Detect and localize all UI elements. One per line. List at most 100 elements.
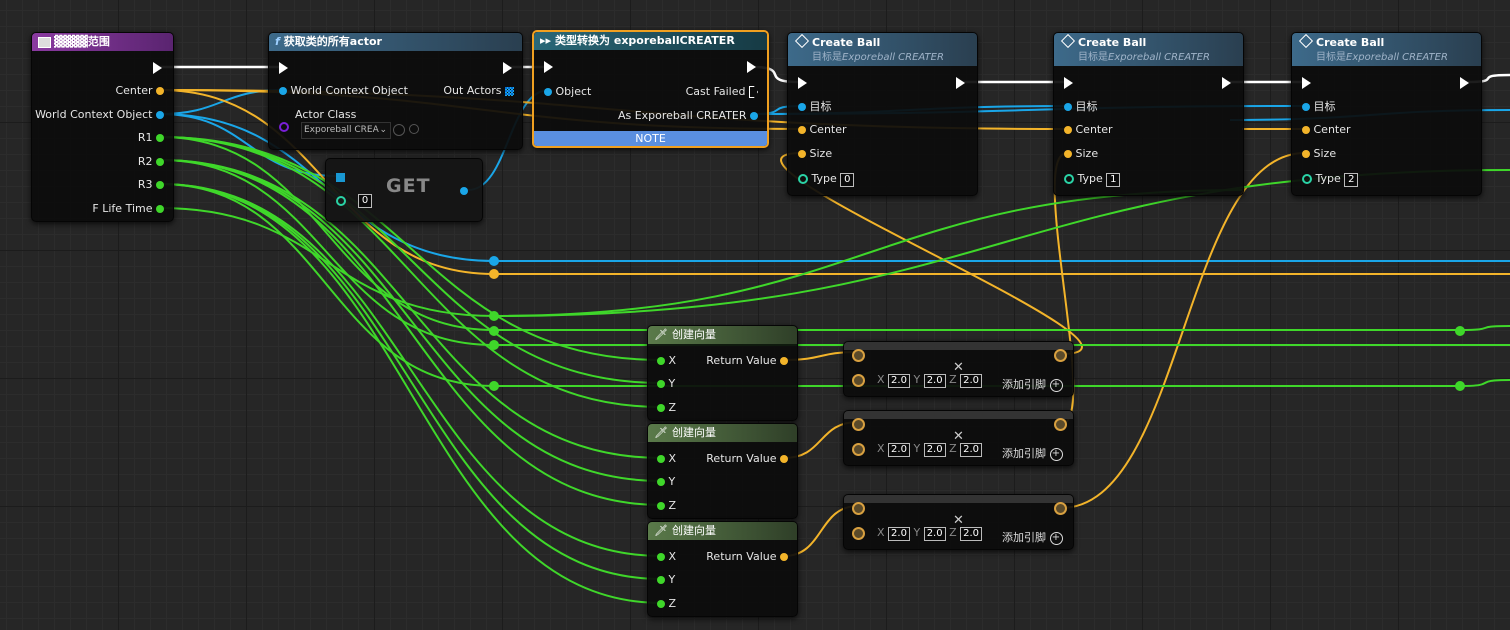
- make-vector-node[interactable]: 🗡 创建向量 X Y Z Return Value: [647, 325, 798, 421]
- r3-out-pin[interactable]: R3: [138, 178, 164, 192]
- world-context-out-pin[interactable]: World Context Object: [35, 108, 164, 122]
- r2-out-pin[interactable]: R2: [138, 155, 164, 169]
- z-field-value[interactable]: 2.0: [960, 374, 983, 388]
- size-in-pin[interactable]: Size: [798, 147, 832, 161]
- reroute-knot[interactable]: [1455, 381, 1465, 391]
- reroute-knot[interactable]: [489, 340, 499, 350]
- add-pin-button[interactable]: 添加引脚 +: [1002, 445, 1063, 461]
- center-in-pin[interactable]: Center: [1302, 123, 1351, 137]
- return-value-pin[interactable]: Return Value: [706, 452, 788, 466]
- vector-in-pin-b[interactable]: [852, 443, 865, 456]
- exec-in-pin[interactable]: [1302, 77, 1311, 89]
- vector-in-pin-b[interactable]: [852, 374, 865, 387]
- reroute-knot[interactable]: [1455, 326, 1465, 336]
- y-field-value[interactable]: 2.0: [923, 527, 946, 541]
- exec-out-pin[interactable]: [1222, 77, 1231, 89]
- x-in-pin[interactable]: X: [657, 354, 676, 368]
- type-value[interactable]: 2: [1344, 173, 1359, 187]
- y-in-pin[interactable]: Y: [657, 377, 675, 391]
- x-field-value[interactable]: 2.0: [888, 374, 910, 388]
- x-field-value[interactable]: 2.0: [888, 443, 910, 457]
- exec-in-pin[interactable]: [544, 61, 553, 73]
- return-value-pin[interactable]: Return Value: [706, 550, 788, 564]
- z-field-value[interactable]: 2.0: [960, 443, 983, 457]
- add-pin-button[interactable]: 添加引脚 +: [1002, 376, 1063, 392]
- z-in-pin[interactable]: Z: [657, 597, 676, 611]
- browse-icon[interactable]: [393, 124, 405, 136]
- return-value-label: Return Value: [706, 452, 777, 465]
- r1-out-pin[interactable]: R1: [138, 131, 164, 145]
- y-in-pin[interactable]: Y: [657, 475, 675, 489]
- z-in-pin[interactable]: Z: [657, 401, 676, 415]
- index-value[interactable]: 0: [358, 194, 372, 208]
- make-vector-node[interactable]: 🗡 创建向量 X Y Z Return Value: [647, 423, 798, 519]
- reroute-knot[interactable]: [489, 256, 499, 266]
- exec-in-pin[interactable]: [279, 62, 288, 74]
- reroute-knot[interactable]: [489, 269, 499, 279]
- vector-in-pin-a[interactable]: [852, 349, 865, 362]
- y-field-value[interactable]: 2.0: [923, 374, 946, 388]
- make-vector-node[interactable]: 🗡 创建向量 X Y Z Return Value: [647, 521, 798, 617]
- actor-class-dropdown[interactable]: Exporeball CREA ⌄: [301, 122, 391, 139]
- z-in-pin[interactable]: Z: [657, 499, 676, 513]
- center-in-pin[interactable]: Center: [1064, 123, 1113, 137]
- x-in-pin[interactable]: X: [657, 550, 676, 564]
- add-pin-button[interactable]: 添加引脚 +: [1002, 529, 1063, 545]
- multiply-vector-node[interactable]: ✕ X 2.0 Y 2.0 Z 2.0 添加引脚 +: [843, 410, 1074, 466]
- index-pin[interactable]: [336, 196, 346, 206]
- reroute-knot[interactable]: [489, 326, 499, 336]
- size-in-pin[interactable]: Size: [1302, 147, 1336, 161]
- type-value[interactable]: 1: [1106, 173, 1121, 187]
- get-out-pin[interactable]: [460, 187, 468, 195]
- exec-out-pin[interactable]: [1460, 77, 1469, 89]
- object-in-pin[interactable]: Object: [544, 85, 591, 99]
- exec-out-pin[interactable]: [503, 62, 512, 74]
- create-ball-node[interactable]: Create Ball 目标是Exporeball CREATER 目标 Cen…: [1053, 32, 1244, 196]
- type-in-pin[interactable]: Type 1: [1064, 172, 1121, 187]
- x-in-pin[interactable]: X: [657, 452, 676, 466]
- vector-out-pin[interactable]: [1054, 418, 1067, 431]
- vector-out-pin[interactable]: [1054, 502, 1067, 515]
- range-function-node[interactable]: ▓▓▓▓范围 Center World Context Object R1 R2…: [31, 32, 174, 222]
- center-in-pin[interactable]: Center: [798, 123, 847, 137]
- create-ball-node[interactable]: Create Ball 目标是Exporeball CREATER 目标 Cen…: [787, 32, 978, 196]
- size-in-pin[interactable]: Size: [1064, 147, 1098, 161]
- exec-in-pin[interactable]: [798, 77, 807, 89]
- target-in-pin[interactable]: 目标: [1302, 100, 1336, 114]
- return-value-pin[interactable]: Return Value: [706, 354, 788, 368]
- y-field-value[interactable]: 2.0: [923, 443, 946, 457]
- exec-out-pin[interactable]: [956, 77, 965, 89]
- reroute-knot[interactable]: [489, 311, 499, 321]
- as-exporeball-out-pin[interactable]: As Exporeball CREATER: [618, 109, 758, 123]
- exec-out-pin[interactable]: [747, 61, 756, 73]
- out-actors-pin[interactable]: Out Actors: [443, 84, 514, 98]
- target-in-pin[interactable]: 目标: [798, 100, 832, 114]
- type-value[interactable]: 0: [840, 173, 855, 187]
- multiply-vector-node[interactable]: ✕ X 2.0 Y 2.0 Z 2.0 添加引脚 +: [843, 341, 1074, 397]
- cast-node[interactable]: ▸▸ 类型转换为 exporeballCREATER Object Cast Fa…: [532, 30, 769, 148]
- vector-out-pin[interactable]: [1054, 349, 1067, 362]
- multiply-vector-node[interactable]: ✕ X 2.0 Y 2.0 Z 2.0 添加引脚 +: [843, 494, 1074, 550]
- target-in-pin[interactable]: 目标: [1064, 100, 1098, 114]
- world-context-in-pin[interactable]: World Context Object: [279, 84, 408, 98]
- center-out-pin[interactable]: Center: [115, 84, 164, 98]
- life-time-out-pin[interactable]: F Life Time: [92, 202, 164, 216]
- create-ball-node[interactable]: Create Ball 目标是Exporeball CREATER 目标 Cen…: [1291, 32, 1482, 196]
- x-field-value[interactable]: 2.0: [888, 527, 910, 541]
- y-in-pin[interactable]: Y: [657, 573, 675, 587]
- z-field-value[interactable]: 2.0: [960, 527, 983, 541]
- vector-in-pin-a[interactable]: [852, 502, 865, 515]
- type-in-pin[interactable]: Type 0: [798, 172, 855, 187]
- type-in-pin[interactable]: Type 2: [1302, 172, 1359, 187]
- exec-out-pin[interactable]: [153, 62, 162, 74]
- exec-in-pin[interactable]: [1064, 77, 1073, 89]
- vector-in-pin-a[interactable]: [852, 418, 865, 431]
- search-icon[interactable]: [409, 124, 419, 134]
- get-all-actors-node[interactable]: f 获取类的所有actor World Context Object Out Ac…: [268, 32, 523, 150]
- class-pin[interactable]: [279, 122, 289, 132]
- array-get-node[interactable]: GET 0: [325, 158, 483, 222]
- vector-in-pin-b[interactable]: [852, 527, 865, 540]
- cast-failed-pin[interactable]: Cast Failed: [686, 85, 758, 99]
- type-label: Type: [811, 172, 837, 185]
- reroute-knot[interactable]: [489, 381, 499, 391]
